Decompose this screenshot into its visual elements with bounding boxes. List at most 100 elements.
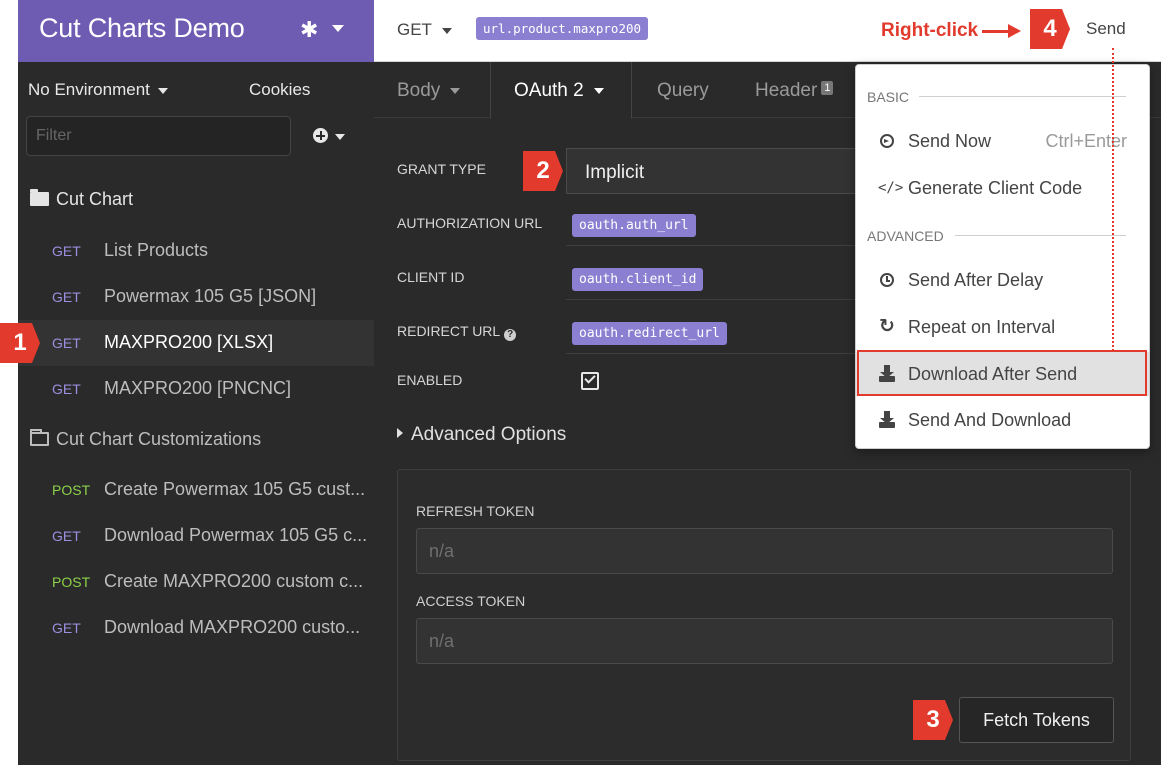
- chevron-down-icon: [157, 87, 168, 94]
- highlight-box: [857, 350, 1147, 396]
- method-dropdown[interactable]: GET: [397, 20, 452, 40]
- chevron-down-icon[interactable]: [332, 25, 344, 32]
- environment-selector[interactable]: No Environment: [28, 80, 168, 100]
- tab-label: OAuth 2: [514, 80, 584, 101]
- menu-item-label: Send Now: [908, 131, 992, 151]
- send-button[interactable]: Send: [1086, 19, 1126, 39]
- menu-item-send-and-download[interactable]: Send And Download: [856, 398, 1149, 442]
- access-token-label: ACCESS TOKEN: [416, 593, 526, 609]
- caret-right-icon: [397, 428, 403, 438]
- authorization-url-label: AUTHORIZATION URL: [397, 215, 543, 231]
- environment-bar: No Environment Cookies: [18, 62, 374, 118]
- request-item[interactable]: GET Powermax 105 G5 [JSON]: [18, 274, 374, 320]
- menu-item-label: Send And Download: [908, 410, 1072, 430]
- request-item[interactable]: GET Download MAXPRO200 custo...: [18, 605, 374, 651]
- request-name: Create MAXPRO200 custom c...: [104, 571, 364, 591]
- method-badge: POST: [52, 574, 91, 590]
- grant-type-label: GRANT TYPE: [397, 161, 486, 177]
- step-badge-3: 3: [913, 700, 953, 740]
- chevron-down-icon: [335, 134, 345, 140]
- request-name: Download Powermax 105 G5 c...: [104, 525, 368, 545]
- folder-open-icon: [30, 189, 49, 206]
- header-count-badge: 1: [821, 81, 834, 95]
- menu-divider: [955, 235, 1126, 236]
- menu-item-repeat-on-interval[interactable]: ↻ Repeat on Interval: [856, 305, 1149, 349]
- method-badge: GET: [52, 528, 81, 544]
- refresh-token-input[interactable]: [416, 528, 1113, 574]
- request-item[interactable]: GET MAXPRO200 [PNCNC]: [18, 366, 374, 412]
- circle-arrow-icon: [880, 134, 894, 148]
- tab-oauth2[interactable]: OAuth 2: [490, 62, 632, 119]
- cookies-button[interactable]: Cookies: [249, 80, 310, 100]
- menu-section-basic: BASIC: [867, 89, 910, 105]
- request-item[interactable]: GET Download Powermax 105 G5 c...: [18, 513, 374, 559]
- folder-cut-chart-customizations[interactable]: Cut Chart Customizations: [30, 429, 261, 450]
- menu-item-label: Repeat on Interval: [908, 317, 1056, 337]
- request-name: MAXPRO200 [PNCNC]: [104, 378, 292, 398]
- client-id-label: CLIENT ID: [397, 269, 465, 285]
- right-click-annotation: Right-click: [881, 20, 979, 41]
- request-name: MAXPRO200 [XLSX]: [104, 332, 274, 352]
- request-item-active[interactable]: GET MAXPRO200 [XLSX]: [18, 320, 374, 366]
- advanced-options-label: Advanced Options: [411, 424, 567, 445]
- request-name: List Products: [104, 240, 209, 260]
- folder-closed-icon: [30, 429, 49, 446]
- keyboard-shortcut: Ctrl+Enter: [1045, 131, 1127, 151]
- request-item[interactable]: POST Create Powermax 105 G5 cust...: [18, 467, 374, 513]
- request-name: Download MAXPRO200 custo...: [104, 617, 361, 637]
- client-id-field[interactable]: oauth.client_id: [566, 254, 886, 300]
- step-badge-1: 1: [0, 323, 40, 363]
- request-name: Powermax 105 G5 [JSON]: [104, 286, 317, 306]
- menu-item-generate-client-code[interactable]: </> Generate Client Code: [856, 166, 1149, 210]
- client-id-variable-tag[interactable]: oauth.client_id: [572, 268, 704, 291]
- fetch-tokens-button[interactable]: Fetch Tokens: [959, 697, 1114, 743]
- workspace-title: Cut Charts Demo: [39, 13, 245, 43]
- redirect-url-field[interactable]: oauth.redirect_url: [566, 308, 886, 354]
- enabled-label: ENABLED: [397, 372, 463, 388]
- chevron-down-icon: [593, 87, 604, 94]
- annotation-dotted-line: [1112, 48, 1114, 351]
- chevron-down-icon: [450, 87, 461, 94]
- authorization-url-field[interactable]: oauth.auth_url: [566, 200, 886, 246]
- method-badge: GET: [52, 335, 81, 351]
- advanced-options-toggle[interactable]: Advanced Options: [397, 424, 566, 446]
- folder-cut-chart[interactable]: Cut Chart: [30, 189, 133, 210]
- menu-item-send-after-delay[interactable]: Send After Delay: [856, 258, 1149, 302]
- folder-label: Cut Chart: [56, 189, 134, 209]
- add-request-button[interactable]: [313, 126, 353, 148]
- clock-icon: [880, 273, 894, 287]
- help-icon[interactable]: ?: [504, 329, 517, 341]
- url-variable-tag[interactable]: url.product.maxpro200: [476, 17, 649, 40]
- plus-circle-icon: [313, 128, 328, 143]
- menu-item-label: Send After Delay: [908, 270, 1044, 290]
- access-token-input[interactable]: [416, 618, 1113, 664]
- redirect-url-variable-tag[interactable]: oauth.redirect_url: [572, 322, 727, 345]
- redirect-url-label: REDIRECT URL?: [397, 323, 517, 341]
- download-icon: [878, 410, 898, 430]
- code-icon: </>: [878, 180, 904, 196]
- auth-url-variable-tag[interactable]: oauth.auth_url: [572, 214, 696, 237]
- sidebar: Cut Charts Demo ✱ No Environment Cookies…: [18, 0, 374, 765]
- filter-input[interactable]: [26, 116, 291, 156]
- method-badge: GET: [52, 243, 81, 259]
- workspace-menu-icon[interactable]: ✱: [300, 17, 318, 43]
- request-item[interactable]: GET List Products: [18, 228, 374, 274]
- environment-label: No Environment: [28, 80, 150, 99]
- tab-label: Query: [657, 80, 709, 101]
- tab-query[interactable]: Query: [657, 62, 709, 118]
- request-item[interactable]: POST Create MAXPRO200 custom c...: [18, 559, 374, 605]
- method-badge: GET: [52, 620, 81, 636]
- method-badge: GET: [52, 381, 81, 397]
- menu-item-send-now[interactable]: Send Now Ctrl+Enter: [856, 119, 1149, 163]
- tab-label: Body: [397, 80, 441, 101]
- tab-body[interactable]: Body: [397, 62, 461, 118]
- enabled-checkbox[interactable]: [581, 372, 599, 390]
- folder-label: Cut Chart Customizations: [56, 429, 262, 449]
- redirect-url-label-text: REDIRECT URL: [397, 323, 501, 339]
- workspace-header[interactable]: Cut Charts Demo ✱: [18, 0, 374, 62]
- menu-section-advanced: ADVANCED: [867, 228, 944, 244]
- tab-header[interactable]: Header 1: [755, 62, 834, 118]
- app-window: Cut Charts Demo ✱ No Environment Cookies…: [0, 0, 1161, 765]
- grant-type-select[interactable]: Implicit: [566, 148, 886, 194]
- refresh-token-label: REFRESH TOKEN: [416, 503, 535, 519]
